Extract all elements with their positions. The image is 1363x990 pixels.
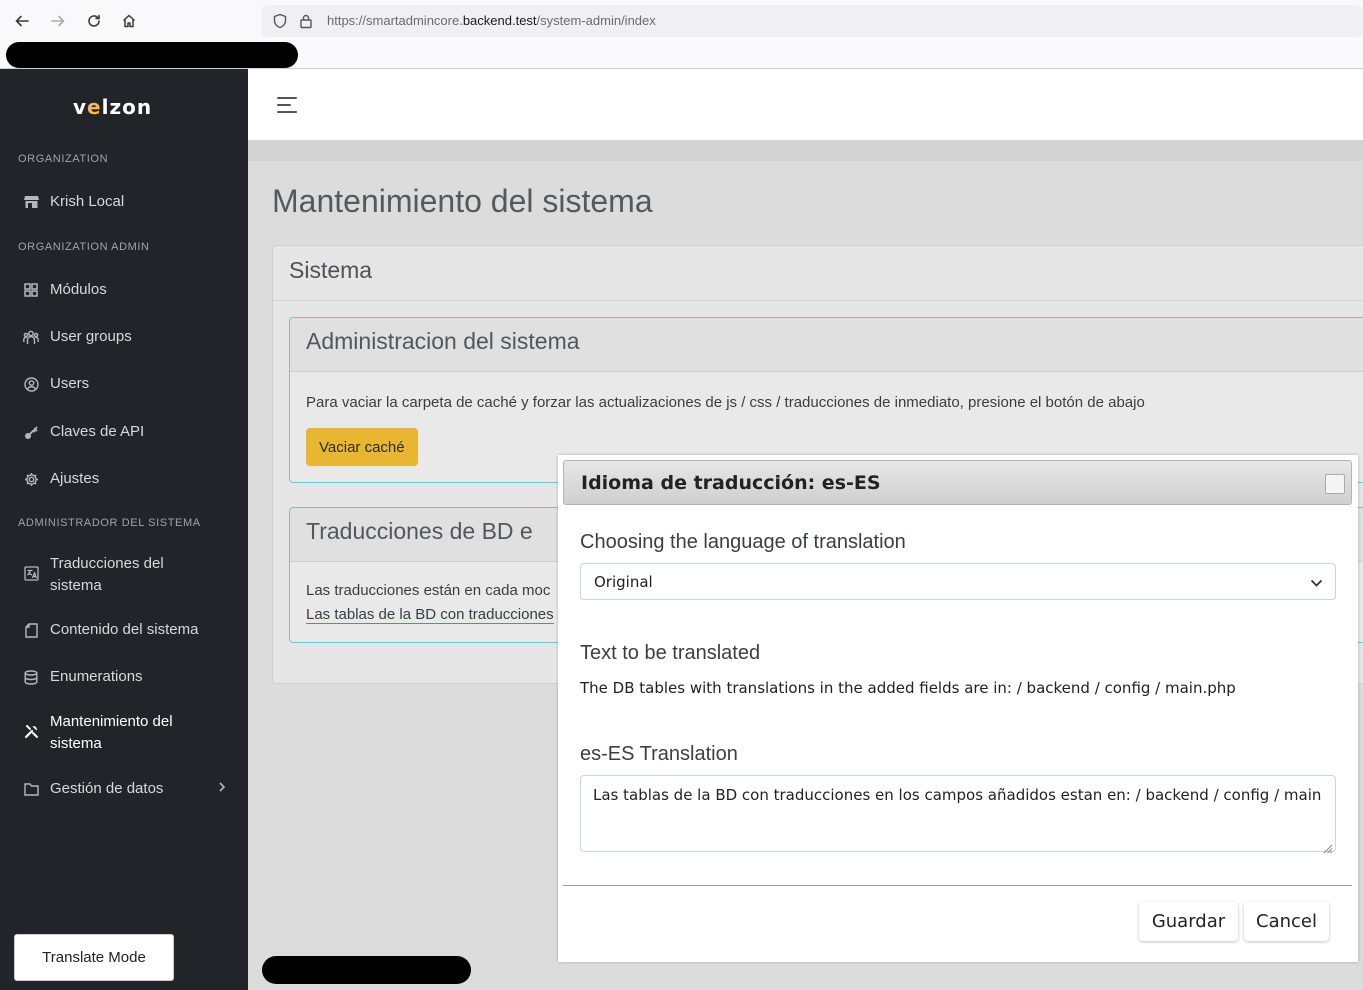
url-bar[interactable]: https://smartadmincore.backend.test/syst… <box>262 5 1362 37</box>
redaction-bar-bottom <box>262 956 471 984</box>
key-icon <box>23 424 39 440</box>
chevron-right-icon[interactable] <box>218 778 226 800</box>
store-icon <box>23 194 39 210</box>
language-select-value: Original <box>594 573 653 591</box>
translation-textarea-value: Las tablas de la BD con traducciones en … <box>593 786 1322 804</box>
dialog-title-bar[interactable]: Idioma de traducción: es-ES <box>563 460 1352 505</box>
shield-icon[interactable] <box>273 13 287 34</box>
users-group-icon <box>23 329 39 345</box>
language-select[interactable]: Original <box>580 563 1336 600</box>
folder-icon <box>23 781 39 797</box>
text-to-translate-label: Text to be translated <box>580 642 761 664</box>
content-strip <box>248 140 1363 161</box>
close-icon[interactable] <box>1325 474 1345 494</box>
sistema-card-header: Sistema <box>273 246 1363 301</box>
forward-icon[interactable] <box>46 9 70 33</box>
sidebar-item-contenido[interactable]: Contenido del sistema <box>0 619 248 641</box>
home-icon[interactable] <box>117 9 141 33</box>
translation-dialog: Idioma de traducción: es-ES Choosing the… <box>558 455 1358 962</box>
sidebar-item-modulos[interactable]: Módulos <box>0 279 248 301</box>
sidebar-item-user-groups[interactable]: User groups <box>0 326 248 348</box>
save-button[interactable]: Guardar <box>1139 902 1238 941</box>
sidebar: velzon ORGANIZATION Krish Local ORGANIZA… <box>0 69 248 990</box>
dialog-title: Idioma de traducción: es-ES <box>581 472 881 494</box>
db-translations-line2[interactable]: Las tablas de la BD con traducciones <box>306 606 554 624</box>
sidebar-item-enumerations[interactable]: Enumerations <box>0 666 248 688</box>
dialog-separator <box>563 885 1352 886</box>
database-icon <box>23 669 39 685</box>
sidebar-item-krish-local[interactable]: Krish Local <box>0 191 248 213</box>
redaction-bar <box>6 42 298 68</box>
choose-language-label: Choosing the language of translation <box>580 531 906 553</box>
page-title: Mantenimiento del sistema <box>272 183 653 219</box>
browser-toolbar: https://smartadmincore.backend.test/syst… <box>0 0 1363 42</box>
tools-icon <box>23 723 39 739</box>
url-text[interactable]: https://smartadmincore.backend.test/syst… <box>327 13 656 28</box>
translate-icon <box>23 565 39 581</box>
cancel-button[interactable]: Cancel <box>1244 902 1329 941</box>
db-translations-line1: Las traducciones están en cada moc <box>306 582 551 599</box>
section-title-organization-admin: ORGANIZATION ADMIN <box>18 241 150 253</box>
translation-textarea[interactable]: Las tablas de la BD con traducciones en … <box>580 775 1336 854</box>
translate-mode-button[interactable]: Translate Mode <box>14 934 174 981</box>
translation-label: es-ES Translation <box>580 743 738 765</box>
back-icon[interactable] <box>10 9 34 33</box>
grid-icon <box>23 282 39 298</box>
logo[interactable]: velzon <box>73 95 152 119</box>
sidebar-item-users[interactable]: Users <box>0 373 248 395</box>
lock-icon[interactable] <box>299 13 313 34</box>
resize-grip-icon[interactable] <box>1321 837 1333 854</box>
topbar <box>248 69 1363 140</box>
sidebar-item-gestion[interactable]: Gestión de datos <box>0 778 248 800</box>
reload-icon[interactable] <box>82 9 106 33</box>
admin-card-description: Para vaciar la carpeta de caché y forzar… <box>306 394 1145 411</box>
gear-icon <box>23 471 39 487</box>
chevron-down-icon <box>1310 575 1323 593</box>
document-icon <box>23 622 39 638</box>
section-title-system-admin: ADMINISTRADOR DEL SISTEMA <box>18 517 201 529</box>
vaciar-cache-button[interactable]: Vaciar caché <box>306 428 418 466</box>
source-text: The DB tables with translations in the a… <box>580 679 1236 697</box>
sidebar-item-traducciones[interactable]: Traducciones del sistema <box>0 553 248 597</box>
hamburger-menu-icon[interactable] <box>277 97 297 118</box>
user-circle-icon <box>23 376 39 392</box>
admin-card-header: Administracion del sistema <box>290 318 1363 372</box>
sidebar-item-mantenimiento[interactable]: Mantenimiento del sistema <box>0 711 248 755</box>
sidebar-item-ajustes[interactable]: Ajustes <box>0 468 248 490</box>
sistema-card-title: Sistema <box>289 257 373 283</box>
sidebar-item-claves-api[interactable]: Claves de API <box>0 421 248 443</box>
db-translations-card-title: Traducciones de BD e <box>306 518 533 544</box>
admin-card-title: Administracion del sistema <box>306 328 580 354</box>
section-title-organization: ORGANIZATION <box>18 153 109 165</box>
